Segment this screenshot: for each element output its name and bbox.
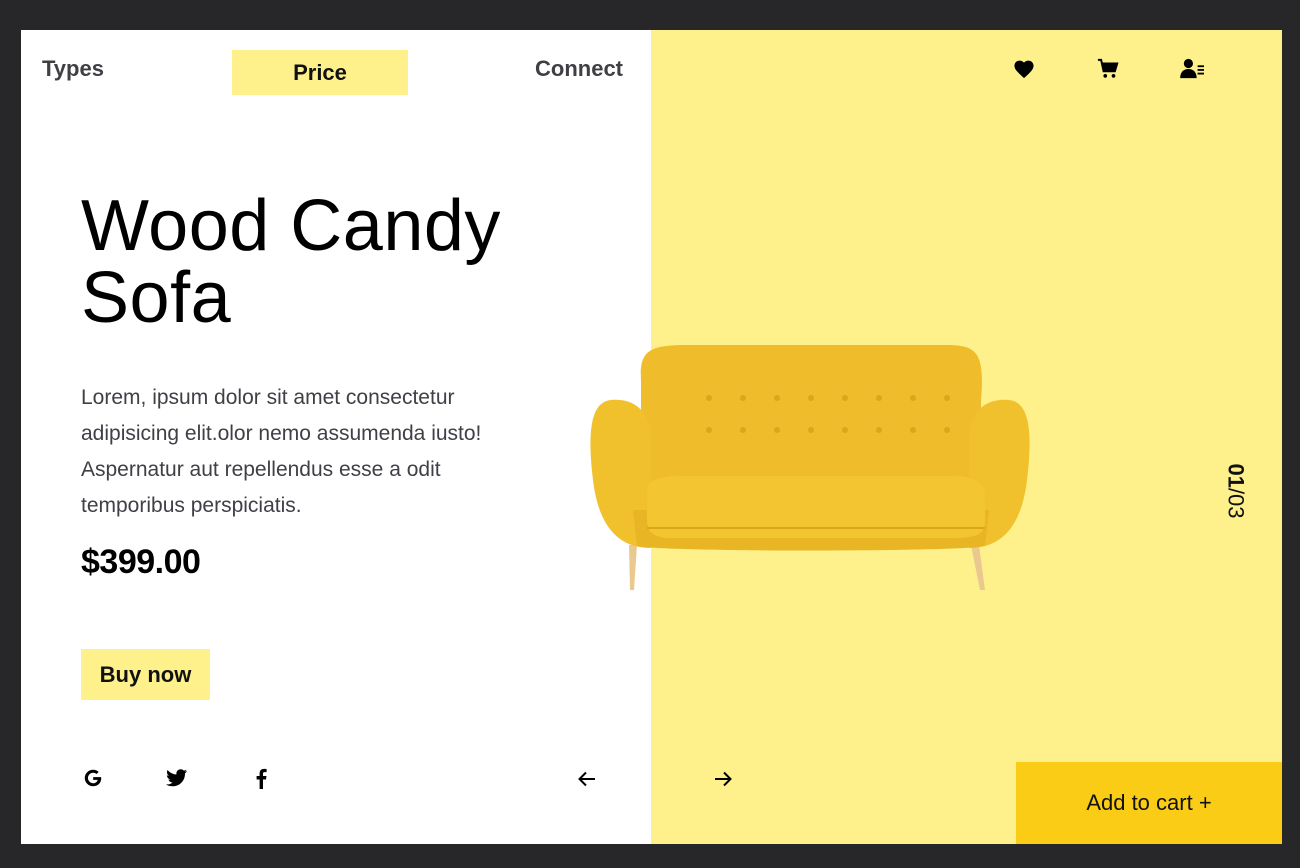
product-title-line2: Sofa <box>81 258 232 338</box>
product-title-line1: Wood Candy <box>81 186 501 266</box>
heart-icon[interactable] <box>1011 56 1037 82</box>
sofa-image <box>590 345 1030 590</box>
twitter-icon[interactable] <box>165 766 189 790</box>
product-title: Wood Candy Sofa <box>81 190 601 334</box>
nav-types[interactable]: Types <box>42 56 104 82</box>
arrow-left-icon[interactable] <box>575 767 599 791</box>
buy-now-button[interactable]: Buy now <box>81 649 210 700</box>
product-description: Lorem, ipsum dolor sit amet consectetur … <box>81 386 482 517</box>
slide-counter: 01/03 <box>1217 460 1255 522</box>
add-to-cart-button[interactable]: Add to cart + <box>1016 762 1282 844</box>
nav-connect[interactable]: Connect <box>535 56 623 82</box>
product-price: $399.00 <box>81 543 201 581</box>
slide-current: 01 <box>1224 463 1250 488</box>
cart-icon[interactable] <box>1095 56 1121 82</box>
arrow-right-icon[interactable] <box>711 767 735 791</box>
slide-total: /03 <box>1224 487 1250 519</box>
facebook-icon[interactable] <box>249 766 273 790</box>
google-icon[interactable] <box>81 766 105 790</box>
user-list-icon[interactable] <box>1179 56 1207 82</box>
page-frame: Types Price Connect Wood Candy Sofa Lore… <box>21 30 1282 844</box>
nav-price[interactable]: Price <box>232 50 408 95</box>
